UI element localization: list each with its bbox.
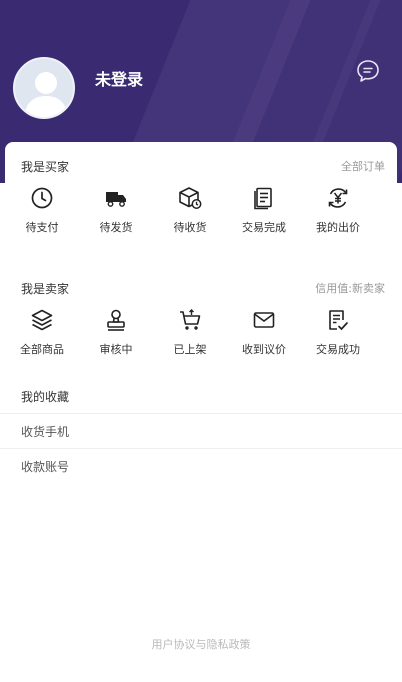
all-orders-link[interactable]: 全部订单 [341, 158, 385, 174]
pending-payment-label: 待支付 [25, 221, 59, 234]
all-products-label: 全部商品 [20, 343, 64, 356]
mail-icon [253, 312, 275, 328]
avatar[interactable] [13, 57, 75, 119]
pending-payment-button[interactable]: 待支付 [5, 185, 79, 235]
truck-icon [106, 192, 126, 207]
divider [0, 413, 402, 414]
check-document-icon [329, 310, 348, 331]
user-agreement-link[interactable]: 用户协议与隐私政策 [0, 636, 402, 652]
my-bids-label: 我的出价 [316, 221, 360, 234]
stamp-icon [107, 309, 125, 331]
trade-success-button[interactable]: 交易成功 [301, 307, 375, 357]
package-icon [179, 187, 202, 209]
under-review-label: 审核中 [99, 343, 133, 356]
clock-icon [31, 187, 53, 209]
pending-shipment-button[interactable]: 待发货 [79, 185, 153, 235]
listed-button[interactable]: 已上架 [153, 307, 227, 357]
received-offers-button[interactable]: 收到议价 [227, 307, 301, 357]
all-products-button[interactable]: 全部商品 [5, 307, 79, 357]
pending-receipt-label: 待收货 [173, 221, 207, 234]
seller-section-title: 我是卖家 [21, 282, 70, 296]
receiving-phone-item[interactable]: 收货手机 [0, 415, 402, 450]
yen-refresh-icon [328, 188, 348, 208]
document-icon [254, 187, 272, 210]
buyer-section-title: 我是买家 [21, 160, 70, 174]
trade-complete-button[interactable]: 交易完成 [227, 185, 301, 235]
cart-icon [180, 309, 201, 330]
pending-shipment-label: 待发货 [99, 221, 133, 234]
username[interactable]: 未登录 [95, 66, 143, 90]
credit-value-link[interactable]: 信用值:新卖家 [315, 280, 385, 296]
pending-receipt-button[interactable]: 待收货 [153, 185, 227, 235]
my-bids-button[interactable]: 我的出价 [301, 185, 375, 235]
chat-bubble-icon [357, 60, 379, 82]
received-offers-label: 收到议价 [242, 343, 286, 356]
message-button[interactable] [355, 58, 381, 84]
divider [0, 448, 402, 449]
my-favorites-item[interactable]: 我的收藏 [0, 380, 402, 415]
payment-account-item[interactable]: 收款账号 [0, 450, 402, 485]
trade-success-label: 交易成功 [316, 343, 360, 356]
layers-icon [31, 309, 53, 331]
trade-complete-label: 交易完成 [242, 221, 286, 234]
buyer-actions: 待支付 待发货 待收货 交易完成 我的出价 [0, 185, 402, 235]
listed-label: 已上架 [173, 343, 207, 356]
under-review-button[interactable]: 审核中 [79, 307, 153, 357]
seller-actions: 全部商品 审核中 已上架 收到议价 交易成功 [0, 307, 402, 357]
